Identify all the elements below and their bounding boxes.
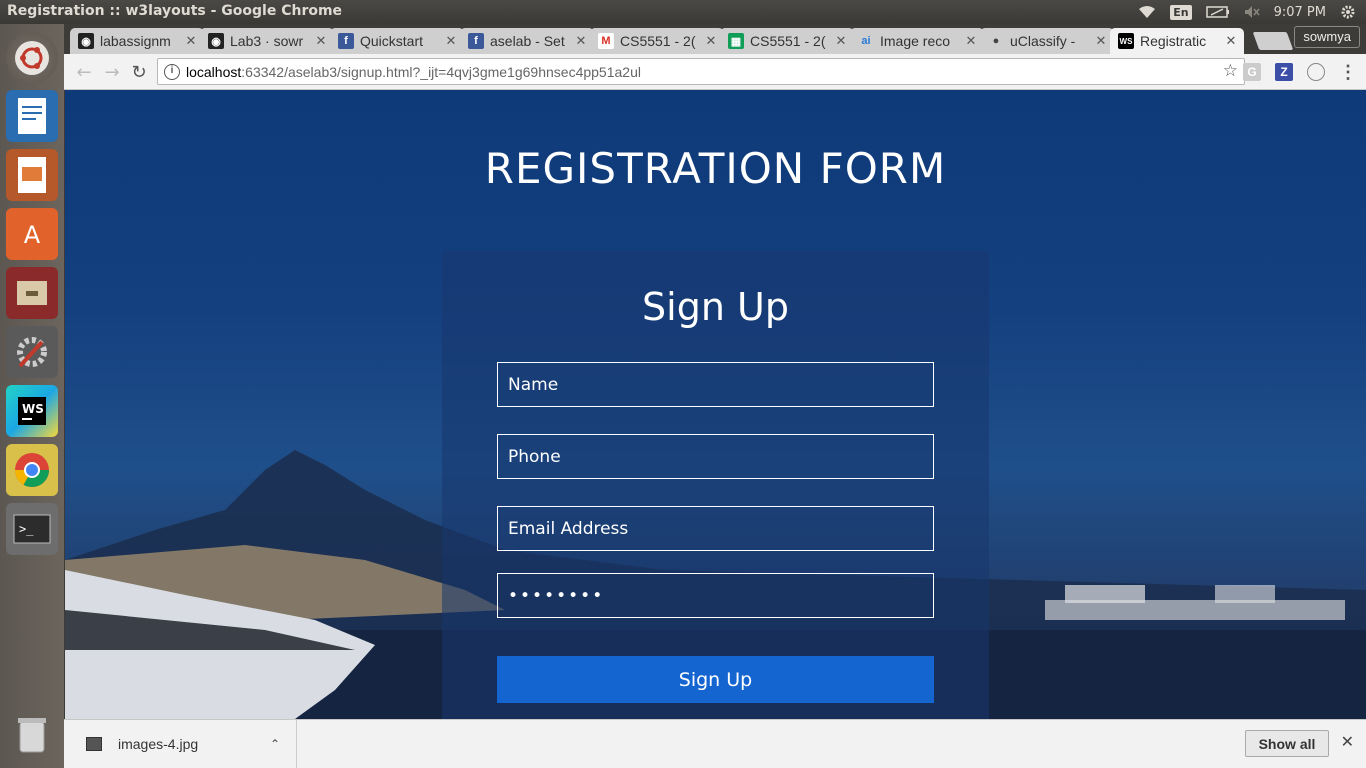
svg-text:>_: >_ [19,522,34,536]
browser-toolbar: ← → ↻ i localhost:63342/aselab3/signup.h… [64,54,1366,90]
google-sheets-icon: ▦ [728,33,744,49]
libreoffice-impress-icon[interactable] [6,149,58,201]
ubuntu-dash-icon[interactable] [6,32,58,84]
tab-title: aselab - Set [490,33,565,49]
tab-strip: ◉ labassignm ✕ ◉ Lab3 · sowr ✕ f Quickstart ✕ f as… [64,24,1366,54]
image-file-icon [86,737,102,751]
tab-3[interactable]: f Quickstart ✕ [330,28,464,54]
github-icon: ◉ [208,33,224,49]
tab-title: Quickstart [360,33,424,49]
download-filename: images-4.jpg [118,736,199,752]
facebook-icon: f [468,33,484,49]
webstorm-icon: WS [1118,33,1134,49]
facebook-icon: f [338,33,354,49]
keyboard-language[interactable]: En [1170,4,1192,20]
window-title: Registration :: w3layouts - Google Chrom… [7,3,343,19]
name-field[interactable] [497,362,934,407]
url-path: :63342/aselab3/signup.html?_ijt=4qvj3gme… [241,63,641,80]
password-field[interactable] [497,573,934,618]
tab-close-icon[interactable]: ✕ [1094,33,1108,49]
back-arrow-icon[interactable]: ← [72,60,96,84]
extension-circle-icon[interactable] [1307,63,1325,81]
tab-title: CS5551 - 2( [750,33,826,49]
reload-icon[interactable]: ↻ [127,60,151,84]
tab-7[interactable]: ai Image reco ✕ [850,28,984,54]
launcher: A WS >_ [0,24,64,768]
signup-panel: Sign Up Sign Up [442,251,989,719]
wifi-icon[interactable] [1138,5,1156,19]
site-info-icon[interactable]: i [164,63,180,80]
profile-button[interactable]: sowmya [1294,26,1360,48]
software-center-icon[interactable]: A [6,208,58,260]
tab-title: Registratic [1140,33,1207,49]
battery-icon[interactable] [1205,6,1230,18]
download-item[interactable]: images-4.jpg ⌃ [78,720,297,768]
tab-title: Image reco [880,33,951,49]
close-icon[interactable]: ✕ [1341,732,1354,752]
webstorm-icon[interactable]: WS [6,385,58,437]
tab-close-icon[interactable]: ✕ [444,33,458,49]
tab-6[interactable]: ▦ CS5551 - 2( ✕ [720,28,854,54]
tab-title: labassignm [100,33,171,49]
svg-text:A: A [24,221,41,249]
chevron-up-icon[interactable]: ⌃ [270,737,280,751]
tab-1[interactable]: ◉ labassignm ✕ [70,28,204,54]
trash-icon[interactable] [6,708,58,760]
file-manager-icon[interactable] [6,267,58,319]
page-heading: REGISTRATION FORM [484,144,947,193]
form-title: Sign Up [642,285,789,329]
bookmark-star-icon[interactable]: ☆ [1223,61,1238,81]
extension-z-icon[interactable]: Z [1275,63,1293,81]
signup-button[interactable]: Sign Up [497,656,934,703]
gmail-icon: M [598,33,614,49]
extension-g-icon[interactable]: G [1243,63,1261,81]
libreoffice-writer-icon[interactable] [6,90,58,142]
show-all-button[interactable]: Show all [1245,730,1329,757]
uclassify-icon: ● [992,35,1000,47]
tab-close-icon[interactable]: ✕ [704,33,718,49]
google-chrome-icon[interactable] [6,444,58,496]
web-page: REGISTRATION FORM Sign Up Sign Up [65,90,1366,719]
tab-title: Lab3 · sowr [230,33,304,49]
ai-icon: ai [861,35,871,47]
tab-8[interactable]: ● uClassify - ✕ [980,28,1114,54]
tab-4[interactable]: f aselab - Set ✕ [460,28,594,54]
system-tray: En 9:07 PM [1138,0,1366,24]
tab-title: uClassify - [1010,33,1076,49]
clock[interactable]: 9:07 PM [1274,5,1326,20]
tab-close-icon[interactable]: ✕ [314,33,328,49]
system-settings-icon[interactable] [6,326,58,378]
address-bar[interactable]: i localhost:63342/aselab3/signup.html?_i… [157,58,1245,85]
tab-title: CS5551 - 2( [620,33,696,49]
terminal-icon[interactable]: >_ [6,503,58,555]
url-host: localhost [186,63,242,80]
download-bar: images-4.jpg ⌃ Show all ✕ [64,719,1366,768]
chrome-menu-icon[interactable]: ⋮ [1339,62,1357,82]
tab-close-icon[interactable]: ✕ [1224,33,1238,49]
top-panel: Registration :: w3layouts - Google Chrom… [0,0,1366,24]
new-tab-button[interactable] [1252,32,1294,50]
svg-text:WS: WS [22,402,44,416]
gear-icon[interactable] [1340,4,1356,20]
tab-5[interactable]: M CS5551 - 2( ✕ [590,28,724,54]
tab-close-icon[interactable]: ✕ [834,33,848,49]
forward-arrow-icon[interactable]: → [100,60,124,84]
tab-2[interactable]: ◉ Lab3 · sowr ✕ [200,28,334,54]
github-icon: ◉ [78,33,94,49]
email-field[interactable] [497,506,934,551]
tab-close-icon[interactable]: ✕ [574,33,588,49]
tab-9[interactable]: WS Registratic ✕ [1110,28,1244,54]
volume-muted-icon[interactable] [1244,5,1260,19]
tab-close-icon[interactable]: ✕ [184,33,198,49]
tab-close-icon[interactable]: ✕ [964,33,978,49]
phone-field[interactable] [497,434,934,479]
